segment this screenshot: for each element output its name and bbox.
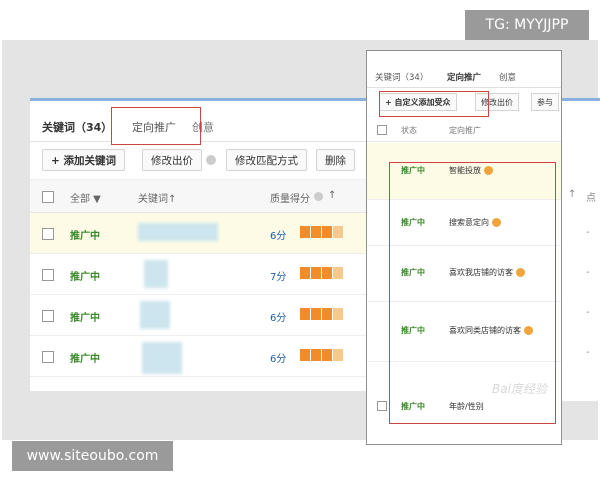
table-row[interactable]: 推广中 7分 <box>30 254 368 295</box>
column-header-fragment: 点 <box>586 193 596 204</box>
quality-score: 7分 <box>270 272 287 283</box>
quality-score: 6分 <box>270 354 287 365</box>
status-label: 推广中 <box>70 354 100 365</box>
cell-fragment: - <box>586 267 590 278</box>
tab-targeting[interactable]: 定向推广 <box>447 71 481 83</box>
tab-bar: 关键词（34） 定向推广 创意 <box>30 101 368 145</box>
tab-creative[interactable]: 创意 <box>499 71 516 83</box>
quality-column-header[interactable]: 质量得分 <box>270 190 310 205</box>
tab-keywords[interactable]: 关键词（34） <box>375 71 428 83</box>
tab-keywords[interactable]: 关键词（34） <box>42 119 112 135</box>
status-label: 推广中 <box>70 231 100 242</box>
edit-bid-button[interactable]: 修改出价 <box>142 149 202 171</box>
delete-button[interactable]: 删除 <box>316 149 355 171</box>
row-checkbox[interactable] <box>42 351 54 363</box>
help-icon <box>206 155 216 165</box>
quality-bar <box>300 308 344 320</box>
tab-bar: 关键词（34） 定向推广 创意 <box>367 51 561 88</box>
table-header: 全部 ▼ 关键词↑ 质量得分 ↑ <box>30 179 368 213</box>
tg-watermark: TG: MYYJJPP <box>465 10 589 40</box>
table-row[interactable]: 推广中 6分 <box>30 336 368 377</box>
join-button[interactable]: 参与 <box>531 93 559 111</box>
table-right-edge: ↑ 点 - - - - <box>562 98 600 401</box>
keyword-column-header[interactable]: 关键词↑ <box>138 190 176 205</box>
select-all-checkbox[interactable] <box>377 125 387 135</box>
status-column-header: 状态 <box>401 126 417 135</box>
blurred-keyword <box>142 342 182 374</box>
status-label: 推广中 <box>70 272 100 283</box>
row-checkbox[interactable] <box>42 310 54 322</box>
sort-icon[interactable]: ↑ <box>568 189 576 200</box>
quality-score: 6分 <box>270 313 287 324</box>
row-checkbox[interactable] <box>42 228 54 240</box>
cell-fragment: - <box>586 347 590 358</box>
quality-score: 6分 <box>270 231 287 242</box>
keyword-panel: 关键词（34） 定向推广 创意 + 添加关键词 修改出价 修改匹配方式 删除 全… <box>30 98 368 391</box>
status-filter[interactable]: 全部 ▼ <box>70 190 101 205</box>
status-label: 推广中 <box>70 313 100 324</box>
baidu-watermark: Bai度经验 <box>492 382 547 396</box>
table-header: 状态 定向推广 <box>367 119 561 142</box>
row-checkbox[interactable] <box>377 401 387 411</box>
edit-match-button[interactable]: 修改匹配方式 <box>226 149 307 171</box>
cell-fragment: - <box>586 227 590 238</box>
tab-creative[interactable]: 创意 <box>192 119 214 135</box>
row-checkbox[interactable] <box>42 269 54 281</box>
help-icon <box>314 192 323 201</box>
toolbar: + 添加关键词 修改出价 修改匹配方式 删除 <box>30 145 368 175</box>
site-watermark: www.siteoubo.com <box>12 441 173 471</box>
targeting-column-header: 定向推广 <box>449 126 481 135</box>
blurred-keyword <box>138 223 218 241</box>
select-all-checkbox[interactable] <box>42 191 54 203</box>
table-row[interactable]: 推广中 6分 <box>30 295 368 336</box>
add-keyword-button[interactable]: + 添加关键词 <box>42 149 125 171</box>
sort-icon[interactable]: ↑ <box>328 190 336 201</box>
blurred-keyword <box>144 260 168 288</box>
blurred-keyword <box>140 301 170 329</box>
quality-bar <box>300 226 344 238</box>
tab-targeting[interactable]: 定向推广 <box>132 119 176 135</box>
quality-bar <box>300 349 344 361</box>
highlight-box <box>379 91 489 117</box>
quality-bar <box>300 267 344 279</box>
table-row[interactable]: 推广中 6分 <box>30 213 368 254</box>
cell-fragment: - <box>586 307 590 318</box>
